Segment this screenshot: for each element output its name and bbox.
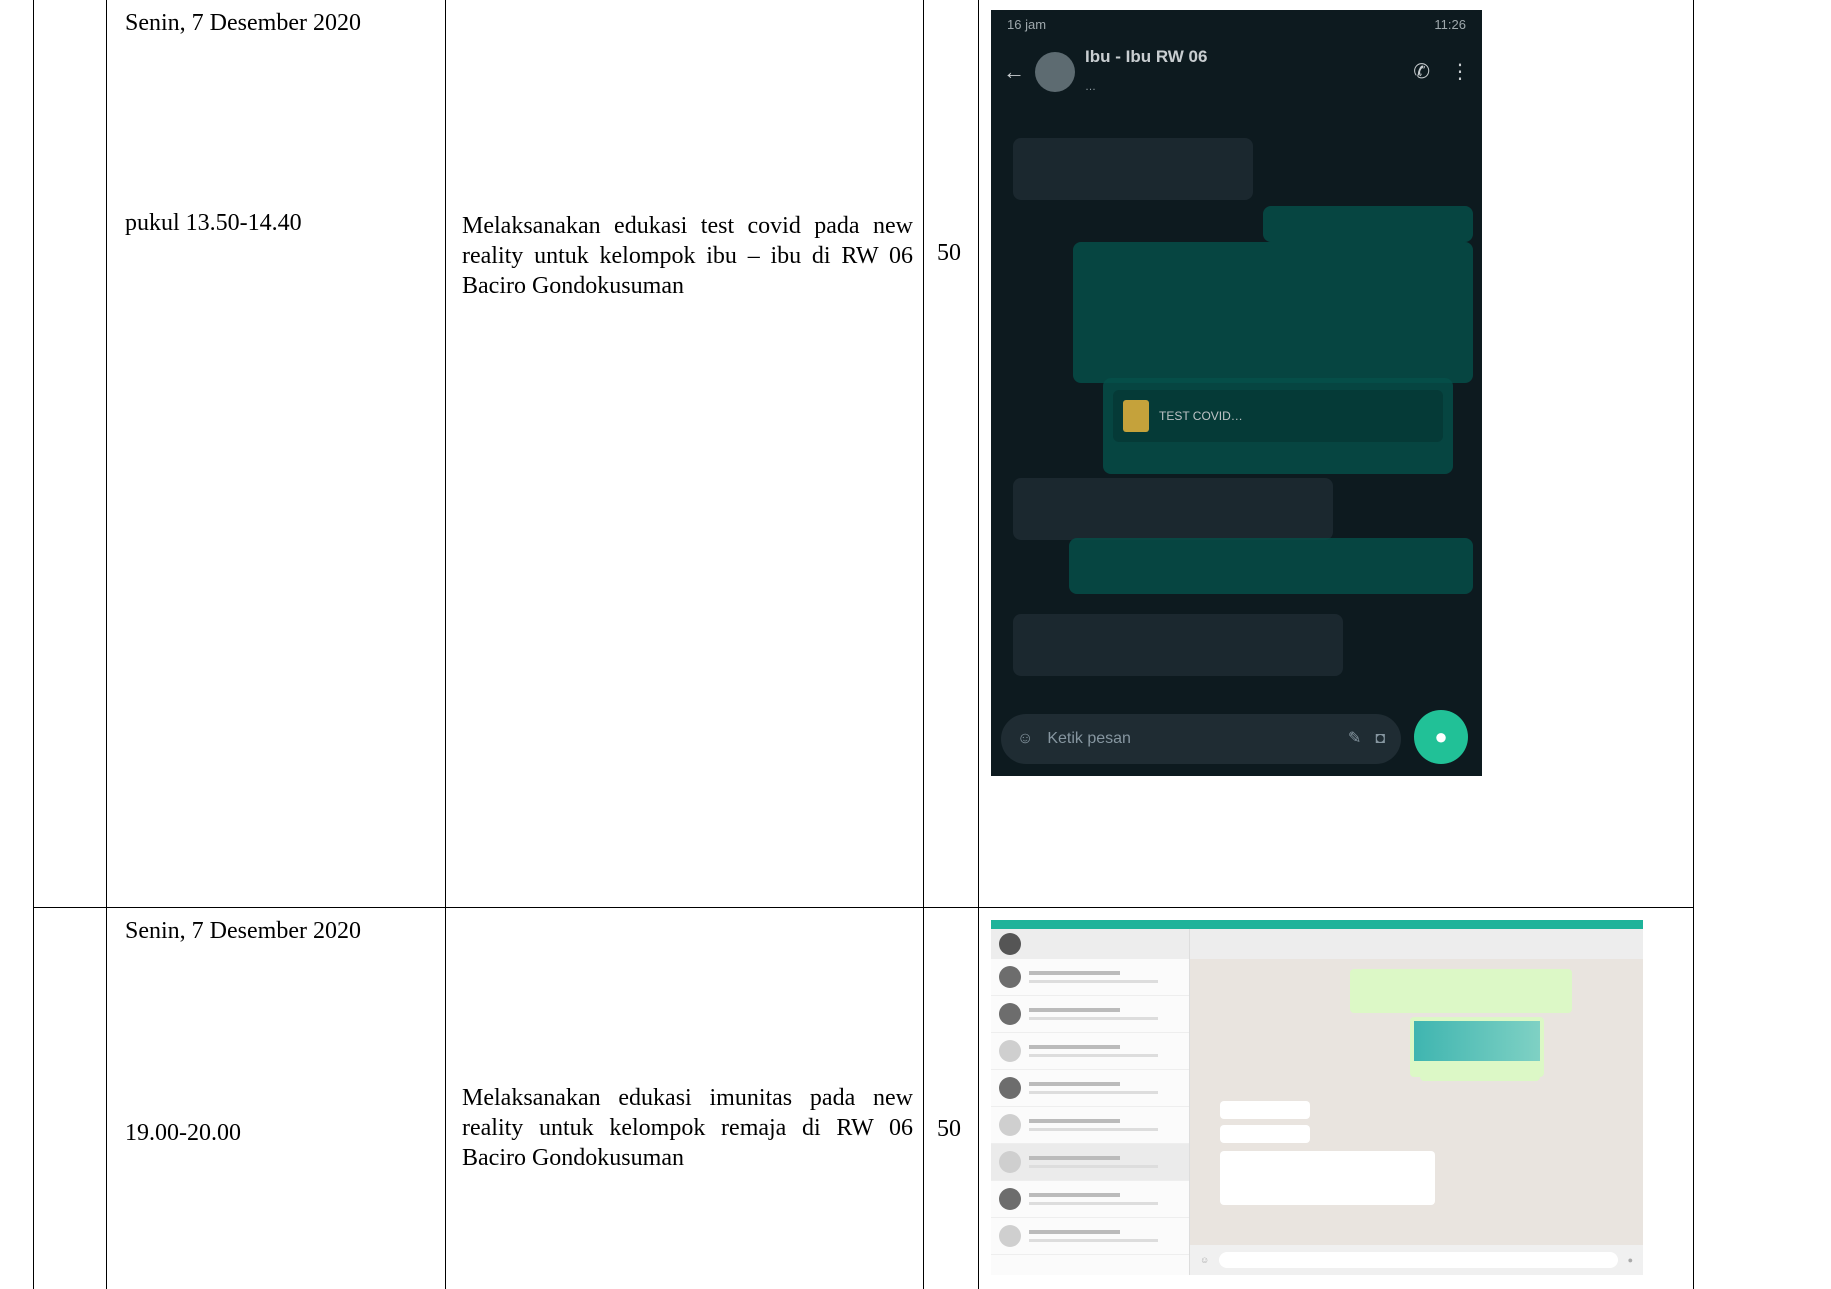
sender-name: ​ bbox=[1023, 146, 1243, 162]
message-bubble-out bbox=[1069, 538, 1473, 594]
status-left: 16 jam bbox=[1007, 17, 1047, 32]
status-right: 11:26 bbox=[1434, 17, 1466, 32]
number-cell bbox=[33, 0, 107, 908]
message-bubble-out bbox=[1073, 242, 1473, 383]
chat-list-item[interactable] bbox=[991, 1181, 1189, 1218]
chat-list-item[interactable] bbox=[991, 1070, 1189, 1107]
avatar[interactable] bbox=[999, 933, 1021, 955]
mic-icon[interactable]: ● bbox=[1628, 1245, 1633, 1275]
group-avatar bbox=[1035, 52, 1075, 92]
camera-icon[interactable]: ◘ bbox=[1375, 724, 1385, 754]
message-bubble-in bbox=[1220, 1101, 1310, 1119]
back-arrow-icon: ← bbox=[1003, 59, 1025, 84]
document-icon bbox=[1123, 400, 1149, 432]
activity-log-table: Senin, 7 Desember 2020 pukul 13.50-14.40… bbox=[33, 0, 1694, 1289]
call-icon: ✆ bbox=[1413, 61, 1430, 83]
mic-icon: ● bbox=[1434, 724, 1448, 749]
documentation-cell: ☺ ● bbox=[978, 907, 1694, 1289]
shared-image bbox=[1414, 1021, 1540, 1061]
participant-count: 50 bbox=[937, 240, 961, 266]
message-bubble-in bbox=[1220, 1151, 1435, 1205]
message-bubble-in bbox=[1220, 1125, 1310, 1143]
activity-text: Melaksanakan edukasi imunitas pada new r… bbox=[462, 1085, 913, 1171]
more-icon: ⋮ bbox=[1450, 61, 1470, 83]
participant-count-cell: 50 bbox=[923, 0, 979, 908]
chat-list-item[interactable] bbox=[991, 1144, 1189, 1181]
message-input[interactable] bbox=[1219, 1252, 1618, 1268]
message-bubble-in: ​ bbox=[1013, 138, 1253, 200]
table-row: Senin, 7 Desember 2020 pukul 13.50-14.40… bbox=[33, 0, 1694, 908]
chat-list-item[interactable] bbox=[991, 996, 1189, 1033]
chat-list-item[interactable] bbox=[991, 1218, 1189, 1255]
time-text: pukul 13.50-14.40 bbox=[125, 210, 302, 236]
chat-subtitle: … bbox=[1085, 81, 1096, 93]
table-row: Senin, 7 Desember 2020 19.00-20.00 Melak… bbox=[33, 907, 1694, 1289]
emoji-icon[interactable]: ☺ bbox=[1200, 1245, 1209, 1275]
conversation-pane bbox=[1190, 929, 1643, 1275]
message-bubble-out bbox=[1350, 969, 1572, 1013]
chat-name: Ibu - Ibu RW 06 bbox=[1085, 47, 1208, 66]
attachment-bubble: TEST COVID… bbox=[1103, 378, 1453, 474]
message-input-bar: ☺ ● bbox=[1190, 1245, 1643, 1275]
date-text: Senin, 7 Desember 2020 bbox=[125, 918, 361, 944]
documentation-cell: 16 jam 11:26 ← Ibu - Ibu RW 06 … ✆ ⋮ TES… bbox=[978, 0, 1694, 908]
chat-header: ← Ibu - Ibu RW 06 … ✆ ⋮ bbox=[991, 40, 1482, 104]
participant-count: 50 bbox=[937, 1116, 961, 1142]
date-text: Senin, 7 Desember 2020 bbox=[125, 10, 361, 36]
message-bubble-out bbox=[1420, 1065, 1540, 1081]
activity-cell: Melaksanakan edukasi test covid pada new… bbox=[445, 0, 924, 908]
sender-name: ​ bbox=[1023, 622, 1333, 638]
attachment-name: TEST COVID… bbox=[1159, 409, 1243, 423]
whatsapp-web-screenshot: ☺ ● bbox=[991, 920, 1643, 1275]
chat-list-item[interactable] bbox=[991, 959, 1189, 996]
time-text: 19.00-20.00 bbox=[125, 1120, 241, 1146]
whatsapp-mobile-screenshot: 16 jam 11:26 ← Ibu - Ibu RW 06 … ✆ ⋮ TES… bbox=[991, 10, 1482, 776]
activity-text: Melaksanakan edukasi test covid pada new… bbox=[462, 213, 913, 299]
top-bar bbox=[991, 920, 1643, 929]
input-placeholder: Ketik pesan bbox=[1047, 730, 1131, 747]
document-page: Senin, 7 Desember 2020 pukul 13.50-14.40… bbox=[0, 0, 1831, 1289]
message-bubble-in bbox=[1013, 478, 1333, 540]
mic-button[interactable]: ● bbox=[1414, 710, 1468, 764]
date-cell: Senin, 7 Desember 2020 19.00-20.00 bbox=[106, 907, 446, 1289]
chat-list-item[interactable] bbox=[991, 1033, 1189, 1070]
sidebar-header bbox=[991, 929, 1189, 959]
message-input[interactable]: ☺ Ketik pesan ✎ ◘ bbox=[1001, 714, 1401, 764]
emoji-icon[interactable]: ☺ bbox=[1017, 724, 1033, 754]
activity-cell: Melaksanakan edukasi imunitas pada new r… bbox=[445, 907, 924, 1289]
chat-list-item[interactable] bbox=[991, 1107, 1189, 1144]
date-cell: Senin, 7 Desember 2020 pukul 13.50-14.40 bbox=[106, 0, 446, 908]
message-bubble-out bbox=[1263, 206, 1473, 242]
status-bar: 16 jam 11:26 bbox=[991, 10, 1482, 40]
attach-icon[interactable]: ✎ bbox=[1348, 724, 1361, 754]
number-cell bbox=[33, 907, 107, 1289]
chat-list-sidebar bbox=[991, 929, 1190, 1275]
conversation-header bbox=[1190, 929, 1643, 959]
message-bubble-in: ​ bbox=[1013, 614, 1343, 676]
participant-count-cell: 50 bbox=[923, 907, 979, 1289]
